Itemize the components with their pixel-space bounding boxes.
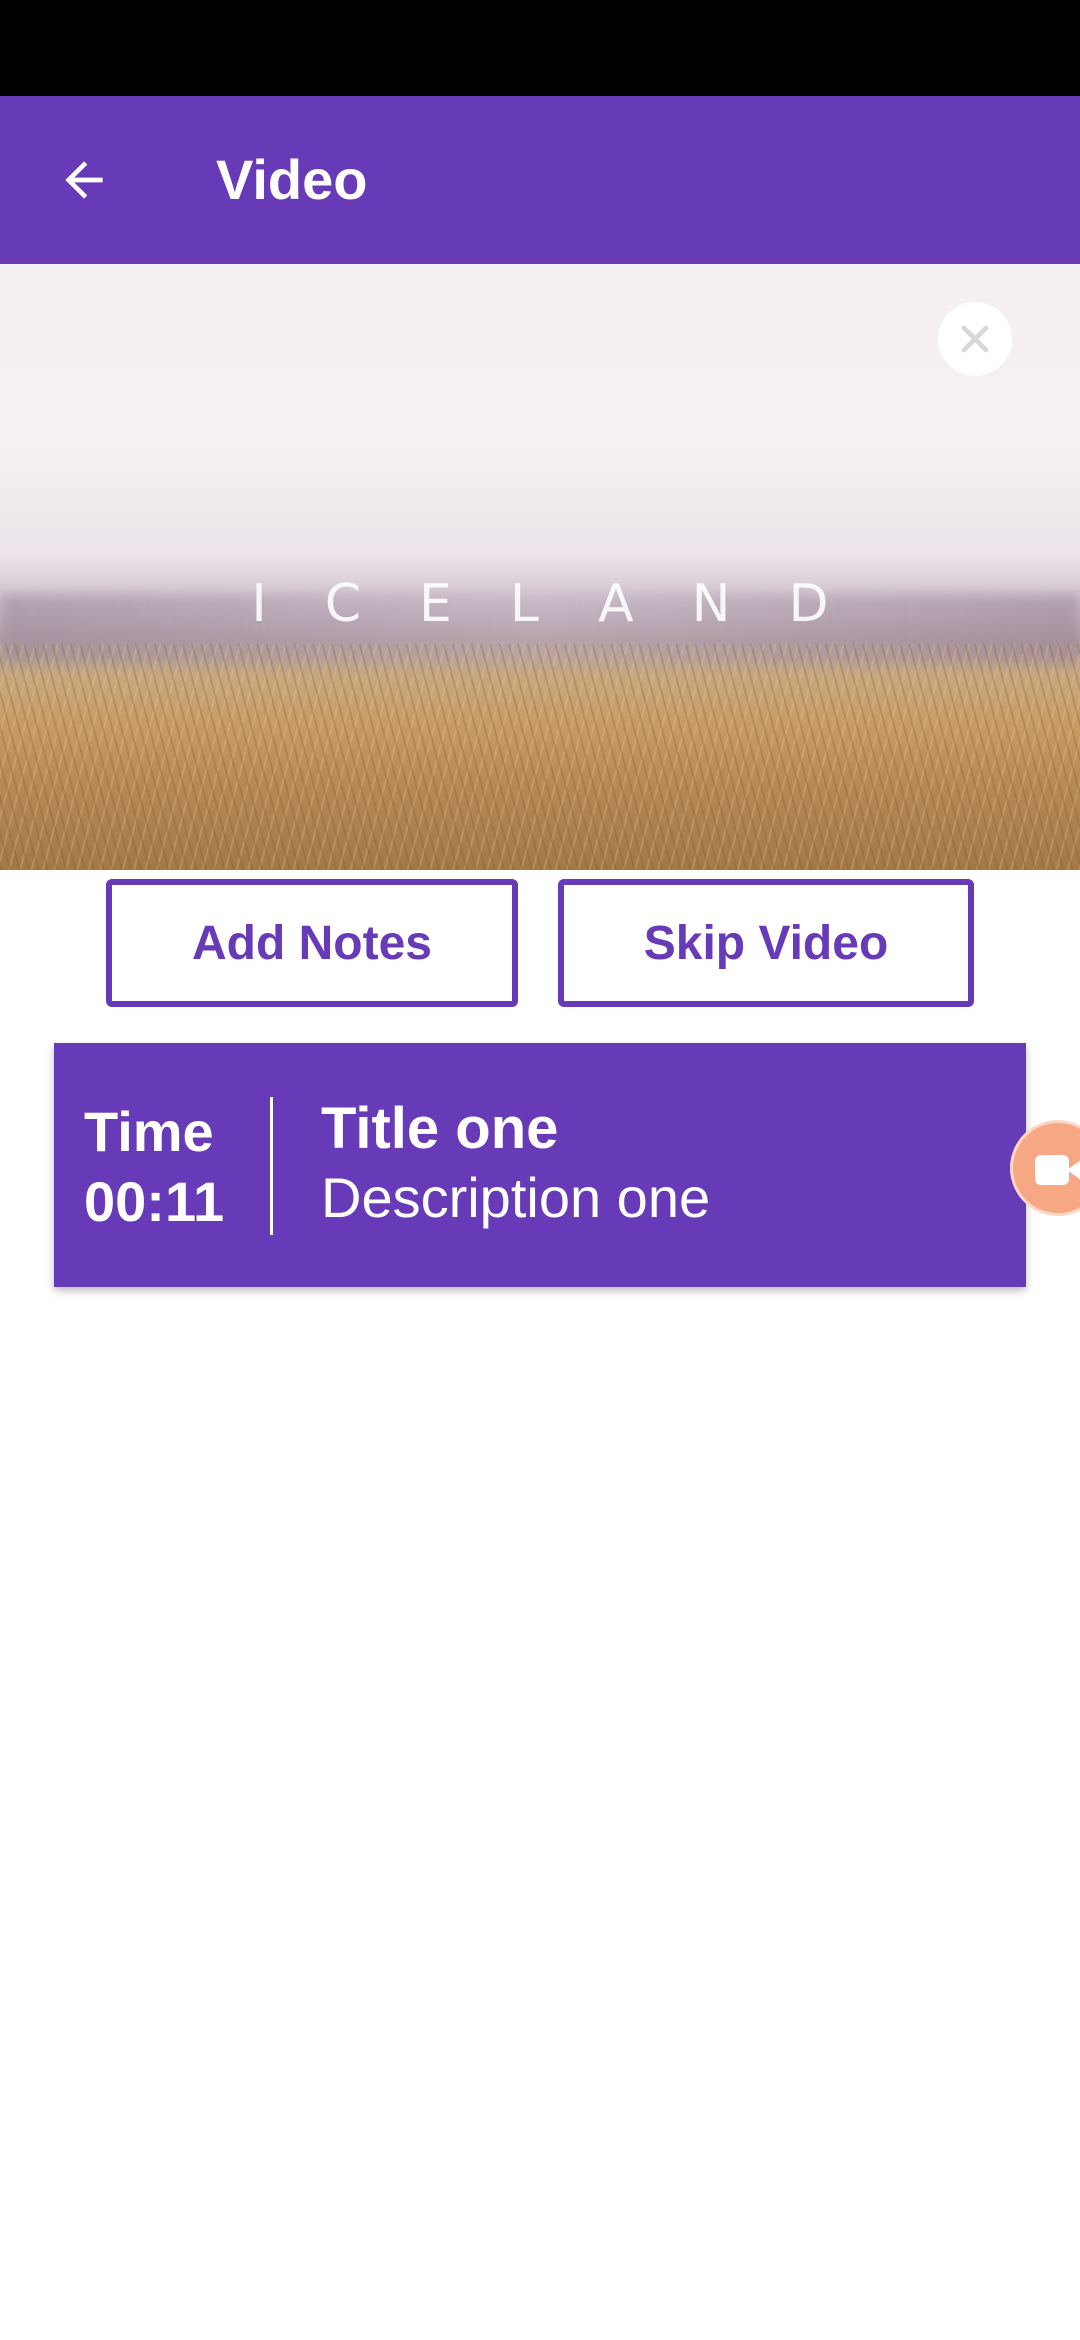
- app-bar: Video: [0, 96, 1080, 264]
- back-button[interactable]: [36, 132, 132, 228]
- note-description: Description one: [321, 1166, 711, 1229]
- close-icon: [961, 325, 989, 353]
- skip-video-button[interactable]: Skip Video: [558, 879, 974, 1007]
- note-time-value: 00:11: [84, 1170, 225, 1233]
- page-title: Video: [216, 148, 368, 211]
- close-video-button[interactable]: [938, 302, 1012, 376]
- video-frame-grass: [0, 644, 1080, 870]
- note-title: Title one: [321, 1096, 559, 1161]
- video-player[interactable]: ICELAND: [0, 264, 1080, 870]
- status-bar: [0, 0, 1080, 96]
- add-notes-button[interactable]: Add Notes: [106, 879, 518, 1007]
- note-divider: [270, 1097, 273, 1235]
- video-caption: ICELAND: [251, 574, 887, 634]
- note-time-label: Time: [84, 1100, 214, 1163]
- arrow-left-icon: [65, 161, 103, 199]
- note-card[interactable]: Time 00:11 Title one Description one: [54, 1043, 1026, 1287]
